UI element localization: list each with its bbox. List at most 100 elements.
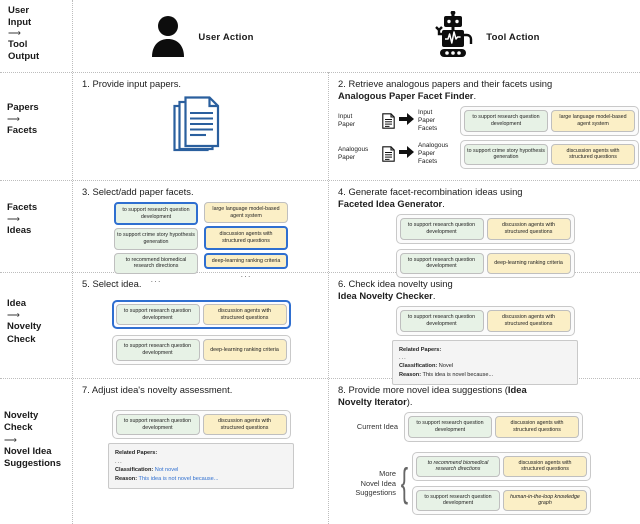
reason-label: Reason: [115, 475, 138, 482]
user-icon [148, 13, 188, 62]
step-2: 2. Retrieve analogous papers and their f… [328, 72, 640, 180]
step-6-suffix: . [432, 290, 436, 302]
step-4-caption: 4. Generate facet-recombination ideas us… [338, 186, 632, 210]
step-8-suffix: ). [406, 396, 413, 408]
novelty-assessment-editor[interactable]: Related Papers: ... Classification: Not … [108, 443, 294, 490]
facet-chip: to support research question development [399, 218, 484, 240]
row-facets-ideas: Facets ⟶ Ideas 3. Select/add paper facet… [0, 180, 640, 286]
related-papers-value: ... [399, 355, 407, 361]
facet-chip: deep-learning ranking criteria [202, 339, 287, 361]
suggested-idea[interactable]: to support research question development… [412, 485, 591, 515]
related-papers-label: Related Papers: [115, 450, 158, 457]
document-icon [382, 146, 395, 162]
step-6: 6. Check idea novelty using Idea Novelty… [328, 272, 640, 386]
step-2-tool-name: Analogous Paper Facet Finder [338, 90, 474, 102]
step-2-source-label-input: Input Paper [338, 113, 356, 128]
step-4-text: Generate facet-recombination ideas using [348, 186, 523, 197]
row2-label-line1: Facets [7, 202, 38, 213]
row4-label-line4: Suggestions [4, 458, 62, 470]
row1-label-line1: Papers [7, 102, 39, 113]
facet-chip-selectable[interactable]: to support research question development [114, 202, 198, 226]
row-novelty-suggestions: Novelty Check ⟶ Novel Idea Suggestions 7… [0, 378, 640, 524]
classification-value-edited[interactable]: Not novel [155, 467, 179, 473]
facet-chip-new: human-in-the-loop knowledge graph [503, 489, 587, 511]
step-5-text: Select idea. [92, 278, 142, 289]
step-3: 3. Select/add paper facets. to support r… [72, 180, 328, 286]
step-8-number: 8. [338, 384, 346, 395]
row4-label-line3: Novel Idea [4, 445, 52, 457]
step-2-entry-input: Input Paper Input Paper Facets to suppor… [338, 106, 639, 136]
arrow-right-icon [399, 145, 414, 163]
suggested-idea[interactable]: to recommend biomedical research directi… [412, 451, 591, 481]
facet-chip-selectable[interactable]: to recommend biomedical research directi… [114, 252, 198, 274]
header-legend: User Input ⟶ Tool Output [0, 0, 72, 72]
idea-option-selected[interactable]: to support research question development… [111, 300, 291, 330]
step-3-number: 3. [82, 186, 90, 197]
facet-chip: to support research question development [408, 416, 492, 438]
facet-chip-selectable[interactable]: large language model-based agent system [204, 202, 288, 224]
step-1-caption: 1. Provide input papers. [82, 78, 320, 90]
step-7-caption: 7. Adjust idea's novelty assessment. [82, 384, 320, 396]
step-4-suffix: . [442, 198, 445, 210]
step-2-suffix: . [473, 90, 477, 102]
step-7-text: Adjust idea's novelty assessment. [91, 384, 233, 395]
step-2-target-label-input: Input Paper Facets [418, 109, 438, 132]
legend-line-input: Input [8, 16, 32, 28]
idea-option[interactable]: to support research question development… [111, 335, 291, 365]
generated-idea: to support research question development… [395, 214, 575, 244]
facet-chip: to support research question development [115, 304, 200, 326]
facet-chip-selectable[interactable]: to support crime story hypothesis genera… [114, 228, 198, 250]
legend-line-tool: Tool [8, 39, 28, 51]
more-suggestions-label: More Novel Idea Suggestions [355, 469, 396, 497]
step-4-tool-name: Faceted Idea Generator [338, 198, 443, 210]
row3-label-line3: Check [7, 333, 36, 345]
robot-icon [430, 9, 476, 64]
facet-chip: to support research question development [399, 252, 484, 274]
stacked-papers-icon [173, 95, 229, 157]
facet-chip: to support research question development [115, 414, 200, 436]
related-papers-label: Related Papers: [399, 346, 442, 353]
facet-chip: discussion agents with structured questi… [503, 455, 587, 477]
step-5: 5. Select idea. to support research ques… [72, 272, 328, 378]
step-2-entry-analogous: Analogous Paper Analogous Paper Facets t… [338, 139, 639, 169]
row-label-facets-ideas: Facets ⟶ Ideas [0, 180, 72, 272]
facet-chip: discussion agents with structured questi… [486, 218, 571, 240]
tool-action-label: Tool Action [486, 31, 540, 43]
reason-value-edited[interactable]: This idea is not novel because... [139, 476, 219, 482]
step-6-number: 6. [338, 278, 346, 289]
current-idea: to support research question development… [404, 412, 583, 442]
classification-label: Classification: [115, 467, 154, 474]
row3-arrow-icon: ⟶ [7, 310, 20, 321]
row-papers-facets: Papers ⟶ Facets 1. Provide input papers. [0, 72, 640, 180]
step-1-number: 1. [82, 78, 90, 89]
workflow-figure: User Input ⟶ Tool Output User Action Too… [0, 0, 640, 524]
row3-label-line1: Idea [7, 298, 27, 309]
row4-arrow-icon: ⟶ [4, 434, 17, 445]
header-legend-text: User Input ⟶ Tool Output [8, 5, 39, 62]
facet-chip: to support research question development [416, 489, 500, 511]
facet-chip: to support research question development [399, 310, 484, 332]
row-label-papers-facets: Papers ⟶ Facets [0, 72, 72, 180]
step-2-facet-group-input: to support research question development… [460, 106, 639, 136]
header-row: User Input ⟶ Tool Output User Action Too… [0, 0, 640, 72]
reason-value: This idea is novel because... [422, 371, 494, 378]
step-2-source-label-analogous: Analogous Paper [338, 146, 369, 162]
row4-label-line1: Novelty [4, 410, 39, 421]
row3-label-line2: Novelty [7, 321, 42, 333]
row2-label-line2: Ideas [7, 225, 32, 237]
step-2-text: Retrieve analogous papers and their face… [348, 78, 553, 89]
step-2-number: 2. [338, 78, 346, 89]
step-1: 1. Provide input papers. [72, 72, 328, 180]
facet-chip: to support research question development [464, 110, 548, 132]
step-6-caption: 6. Check idea novelty using Idea Novelty… [338, 278, 632, 302]
step-5-caption: 5. Select idea. [82, 278, 320, 290]
legend-arrow-icon: ⟶ [8, 28, 21, 39]
document-icon [382, 113, 395, 129]
step-5-number: 5. [82, 278, 90, 289]
facet-chip-selectable[interactable]: discussion agents with structured questi… [204, 226, 288, 250]
user-action-label: User Action [198, 31, 254, 43]
legend-line-user: User [8, 5, 30, 16]
step-6-tool-name: Idea Novelty Checker [338, 290, 433, 302]
facet-chip-selectable[interactable]: deep-learning ranking criteria [204, 252, 288, 270]
tool-action-header: Tool Action [328, 0, 640, 72]
